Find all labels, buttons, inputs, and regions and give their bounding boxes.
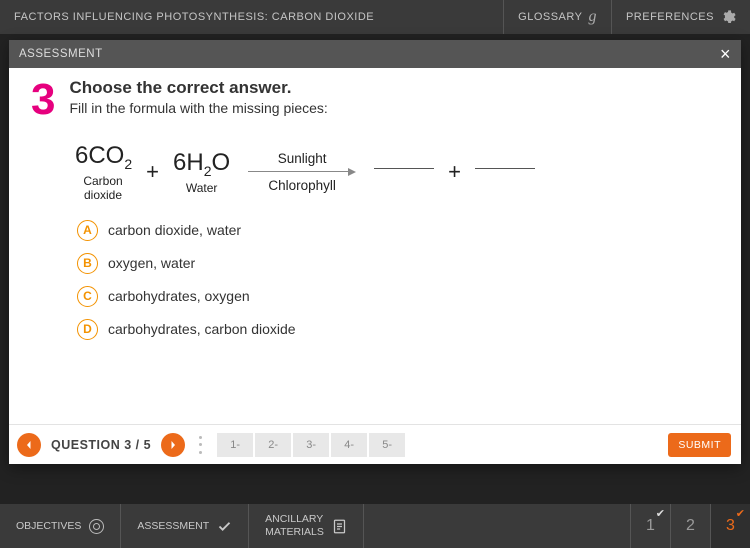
blank-1 — [374, 168, 434, 169]
glossary-icon: g — [588, 8, 597, 26]
glossary-button[interactable]: GLOSSARY g — [503, 0, 611, 34]
option-text: carbohydrates, carbon dioxide — [108, 321, 296, 337]
step-1[interactable]: ✔1 — [630, 504, 670, 548]
top-bar: FACTORS INFLUENCING PHOTOSYNTHESIS: CARB… — [0, 0, 750, 34]
option-text: carbon dioxide, water — [108, 222, 241, 238]
submit-button[interactable]: SUBMIT — [668, 433, 731, 457]
option-letter: D — [77, 319, 98, 340]
bottom-bar: OBJECTIVES ASSESSMENT ANCILLARYMATERIALS… — [0, 504, 750, 548]
panel-title: ASSESSMENT — [19, 48, 103, 60]
tab-objectives[interactable]: OBJECTIVES — [0, 504, 121, 548]
option-text: carbohydrates, oxygen — [108, 288, 250, 304]
question-counter: QUESTION 3 / 5 — [51, 438, 151, 452]
preferences-button[interactable]: PREFERENCES — [611, 0, 750, 34]
option-text: oxygen, water — [108, 255, 195, 271]
chevron-left-icon — [24, 440, 34, 450]
question-jump-5[interactable]: 5- — [369, 433, 405, 457]
check-icon — [217, 519, 232, 534]
option-c[interactable]: C carbohydrates, oxygen — [77, 286, 715, 307]
term-co2: 6CO2 Carbon dioxide — [75, 142, 132, 202]
glossary-label: GLOSSARY — [518, 11, 582, 23]
preferences-label: PREFERENCES — [626, 11, 714, 23]
question-jump-4[interactable]: 4- — [331, 433, 367, 457]
option-b[interactable]: B oxygen, water — [77, 253, 715, 274]
arrow-bottom-label: Chlorophyll — [268, 178, 336, 193]
equation: 6CO2 Carbon dioxide + 6H2O Water Sunligh… — [75, 142, 715, 202]
reaction-arrow: Sunlight Chlorophyll — [248, 151, 356, 193]
progress-steps: ✔1 2 ✔3 — [630, 504, 750, 548]
assessment-panel: ASSESSMENT × 3 Choose the correct answer… — [9, 40, 741, 464]
option-d[interactable]: D carbohydrates, carbon dioxide — [77, 319, 715, 340]
option-letter: B — [77, 253, 98, 274]
next-button[interactable] — [161, 433, 185, 457]
panel-header: ASSESSMENT × — [9, 40, 741, 68]
blank-2 — [475, 168, 535, 169]
step-3[interactable]: ✔3 — [710, 504, 750, 548]
question-strip: 1- 2- 3- 4- 5- — [217, 433, 405, 457]
plus-2: + — [448, 159, 461, 185]
question-jump-1[interactable]: 1- — [217, 433, 253, 457]
panel-body: 3 Choose the correct answer. Fill in the… — [9, 68, 741, 424]
question-title: Choose the correct answer. — [69, 78, 327, 98]
question-jump-2[interactable]: 2- — [255, 433, 291, 457]
divider-dots — [199, 436, 203, 454]
question-number: 3 — [31, 78, 55, 122]
chevron-right-icon — [168, 440, 178, 450]
question-subtitle: Fill in the formula with the missing pie… — [69, 100, 327, 116]
tab-assessment[interactable]: ASSESSMENT — [121, 504, 249, 548]
step-2[interactable]: 2 — [670, 504, 710, 548]
page-title: FACTORS INFLUENCING PHOTOSYNTHESIS: CARB… — [0, 11, 503, 23]
target-icon — [89, 519, 104, 534]
arrow-top-label: Sunlight — [278, 151, 327, 166]
plus-1: + — [146, 159, 159, 185]
gear-icon — [720, 9, 736, 25]
option-letter: A — [77, 220, 98, 241]
answer-options: A carbon dioxide, water B oxygen, water … — [77, 220, 715, 340]
panel-footer: QUESTION 3 / 5 1- 2- 3- 4- 5- SUBMIT — [9, 424, 741, 464]
document-icon — [332, 518, 347, 535]
check-icon: ✔ — [736, 507, 745, 520]
prev-button[interactable] — [17, 433, 41, 457]
close-icon[interactable]: × — [720, 44, 731, 65]
option-a[interactable]: A carbon dioxide, water — [77, 220, 715, 241]
tab-ancillary[interactable]: ANCILLARYMATERIALS — [249, 504, 364, 548]
term-h2o: 6H2O Water — [173, 149, 230, 195]
check-icon: ✔ — [656, 507, 665, 520]
option-letter: C — [77, 286, 98, 307]
question-jump-3[interactable]: 3- — [293, 433, 329, 457]
